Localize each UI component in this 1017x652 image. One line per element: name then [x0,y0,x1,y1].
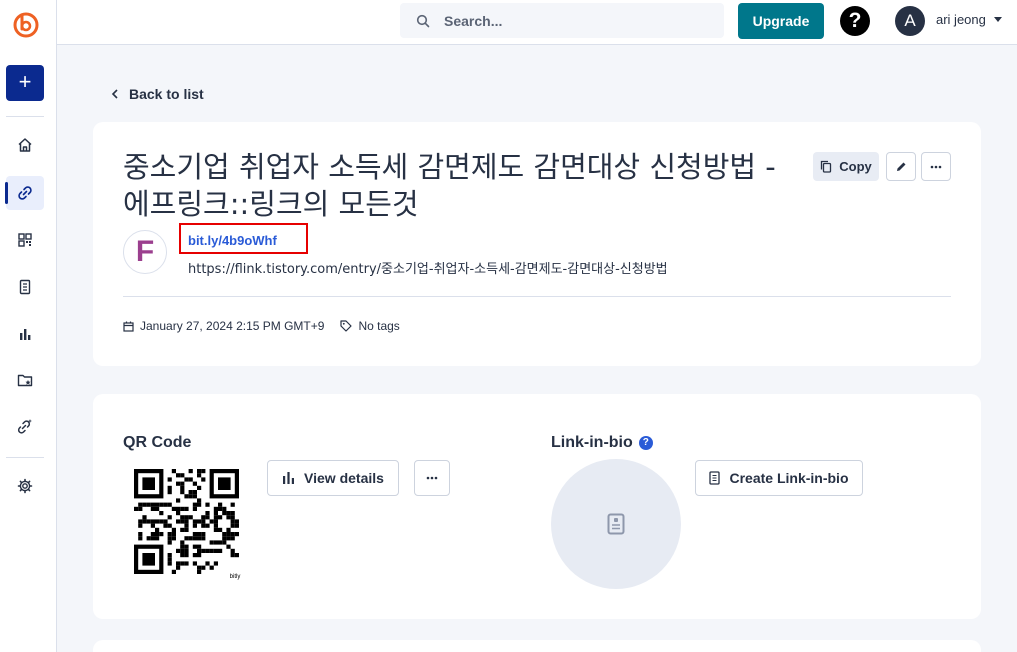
highlight-box [179,223,308,254]
more-horizontal-icon [426,476,438,480]
create-link-in-bio-button[interactable]: Create Link-in-bio [695,460,863,496]
more-horizontal-icon [930,165,942,168]
created-date: January 27, 2024 2:15 PM GMT+9 [140,319,325,333]
sidebar-item-custom-links[interactable] [6,409,44,443]
link-in-bio-section-title: Link-in-bio ? [551,434,653,452]
tag-icon [340,320,353,332]
upgrade-button[interactable]: Upgrade [738,3,824,39]
home-icon [18,138,32,152]
link-in-bio-title: Link-in-bio [551,434,633,451]
username[interactable]: ari jeong [936,12,986,27]
bar-chart-icon [20,329,31,340]
copy-label: Copy [839,159,872,174]
create-new-button[interactable]: + [6,65,44,101]
back-label: Back to list [129,86,204,102]
sidebar-divider [6,457,44,458]
qr-icon [18,233,32,247]
link-sparkle-icon [17,419,32,434]
qr-section-title: QR Code [123,434,191,452]
page-icon [19,279,31,295]
qr-and-bio-card: QR Code bitly View details Link-in-bio ?… [93,394,981,619]
more-options-button[interactable] [921,152,951,181]
copy-button[interactable]: Copy [813,152,879,181]
bar-chart-icon [283,472,295,484]
destination-url[interactable]: https://flink.tistory.com/entry/중소기업-취업자… [188,258,668,277]
link-icon [18,186,32,200]
page-title: 중소기업 취업자 소득세 감면제도 감면대상 신청방법 - 에프링크::링크의 … [123,150,776,221]
next-card [93,640,981,652]
search-icon [416,14,430,27]
sidebar-divider [6,116,44,117]
folder-star-icon [17,374,33,387]
card-divider [123,296,951,297]
bitly-logo[interactable] [11,9,41,39]
view-details-label: View details [304,470,384,486]
sidebar-item-campaigns[interactable] [6,363,44,397]
qr-brand-mark: bitly [230,574,241,580]
link-in-bio-placeholder [551,459,681,589]
sidebar-item-qr-codes[interactable] [6,223,44,257]
sidebar-item-links[interactable] [5,176,44,210]
help-icon[interactable]: ? [840,6,870,36]
gear-icon [17,478,33,494]
page-icon [709,471,721,485]
copy-icon [821,160,832,173]
calendar-icon [123,321,134,332]
search-bar[interactable] [400,3,724,38]
back-to-list-link[interactable]: Back to list [111,86,204,102]
search-input[interactable] [444,12,694,29]
chevron-down-icon[interactable] [994,17,1002,22]
qr-title: QR Code [123,434,192,451]
favicon: F [123,230,167,274]
pencil-icon [897,162,906,171]
tags[interactable]: No tags [340,319,400,333]
sidebar-item-analytics[interactable] [6,317,44,351]
sidebar-item-home[interactable] [6,128,44,162]
avatar[interactable]: A [895,6,925,36]
qr-more-button[interactable] [414,460,450,496]
qr-code-image[interactable]: bitly [133,468,245,580]
sidebar-item-settings[interactable] [6,469,44,503]
edit-button[interactable] [886,152,916,181]
view-details-button[interactable]: View details [267,460,399,496]
page-icon [607,513,625,535]
link-detail-card: 중소기업 취업자 소득세 감면제도 감면대상 신청방법 - 에프링크::링크의 … [93,122,981,366]
sidebar-item-pages[interactable] [6,270,44,304]
link-meta: January 27, 2024 2:15 PM GMT+9 No tags [123,319,400,333]
tags-label: No tags [358,319,400,333]
create-link-in-bio-label: Create Link-in-bio [729,470,849,486]
help-icon[interactable]: ? [638,436,653,450]
sidebar: + [0,0,57,652]
chevron-left-icon [111,89,118,99]
top-header: Upgrade ? A ari jeong [57,0,1017,45]
